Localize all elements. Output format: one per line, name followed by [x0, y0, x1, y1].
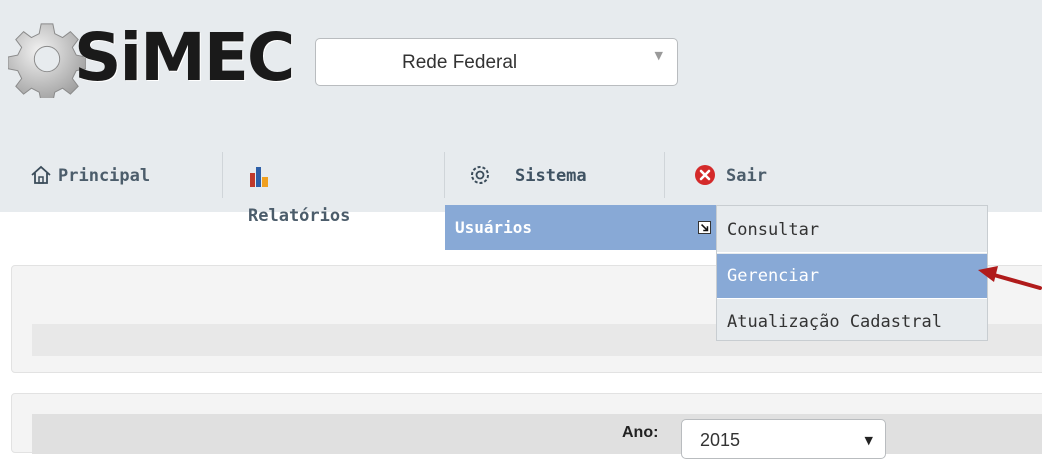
nav-sair[interactable]: Sair	[690, 150, 840, 206]
chevron-down-icon: ▼	[864, 434, 873, 447]
nav-sair-label: Sair	[726, 166, 767, 186]
year-select[interactable]: 2015 ▼	[681, 419, 886, 459]
menu-divider	[717, 252, 987, 253]
menu-item-usuarios[interactable]: Usuários	[445, 205, 716, 250]
filter-panel	[11, 393, 1042, 454]
nav-principal-label: Principal	[58, 166, 151, 186]
close-circle-icon	[695, 165, 715, 185]
menu-item-consultar[interactable]: Consultar	[717, 208, 987, 252]
menu-item-usuarios-label: Usuários	[455, 218, 533, 237]
simec-logo[interactable]: SiMEC	[8, 14, 308, 104]
nav-sistema[interactable]: Sistema	[465, 150, 660, 206]
panel-bar	[32, 414, 1042, 454]
year-select-value: 2015	[700, 430, 741, 450]
submenu-arrow-icon	[698, 221, 711, 234]
menu-divider	[717, 298, 987, 299]
chevron-down-icon: ▼	[654, 49, 663, 62]
nav-divider	[222, 152, 223, 198]
year-label: Ano:	[622, 424, 659, 441]
menu-item-gerenciar[interactable]: Gerenciar	[717, 254, 987, 298]
menu-item-atualizacao-cadastral-label: Atualização Cadastral	[727, 312, 942, 332]
menu-item-consultar-label: Consultar	[727, 220, 820, 240]
bar-chart-icon	[250, 167, 268, 187]
nav-sistema-label: Sistema	[515, 166, 587, 186]
nav-principal[interactable]: Principal	[22, 150, 217, 206]
nav-divider	[444, 152, 445, 198]
menu-item-atualizacao-cadastral[interactable]: Atualização Cadastral	[717, 300, 987, 344]
network-select[interactable]: Rede Federal ▼	[315, 38, 678, 86]
annotation-arrow-icon	[978, 266, 1042, 290]
header: SiMEC Rede Federal ▼ Principal Relatório…	[0, 0, 1042, 226]
menu-item-gerenciar-label: Gerenciar	[727, 266, 820, 286]
nav-relatorios[interactable]: Relatórios	[240, 150, 440, 230]
nav-relatorios-label: Relatórios	[248, 206, 351, 226]
nav-divider	[664, 152, 665, 198]
home-icon	[31, 165, 51, 184]
logo-text: SiMEC	[74, 19, 295, 96]
network-select-value: Rede Federal	[402, 52, 518, 73]
gear-icon	[471, 166, 489, 184]
usuarios-flyout-menu: Consultar Gerenciar Atualização Cadastra…	[716, 205, 988, 341]
